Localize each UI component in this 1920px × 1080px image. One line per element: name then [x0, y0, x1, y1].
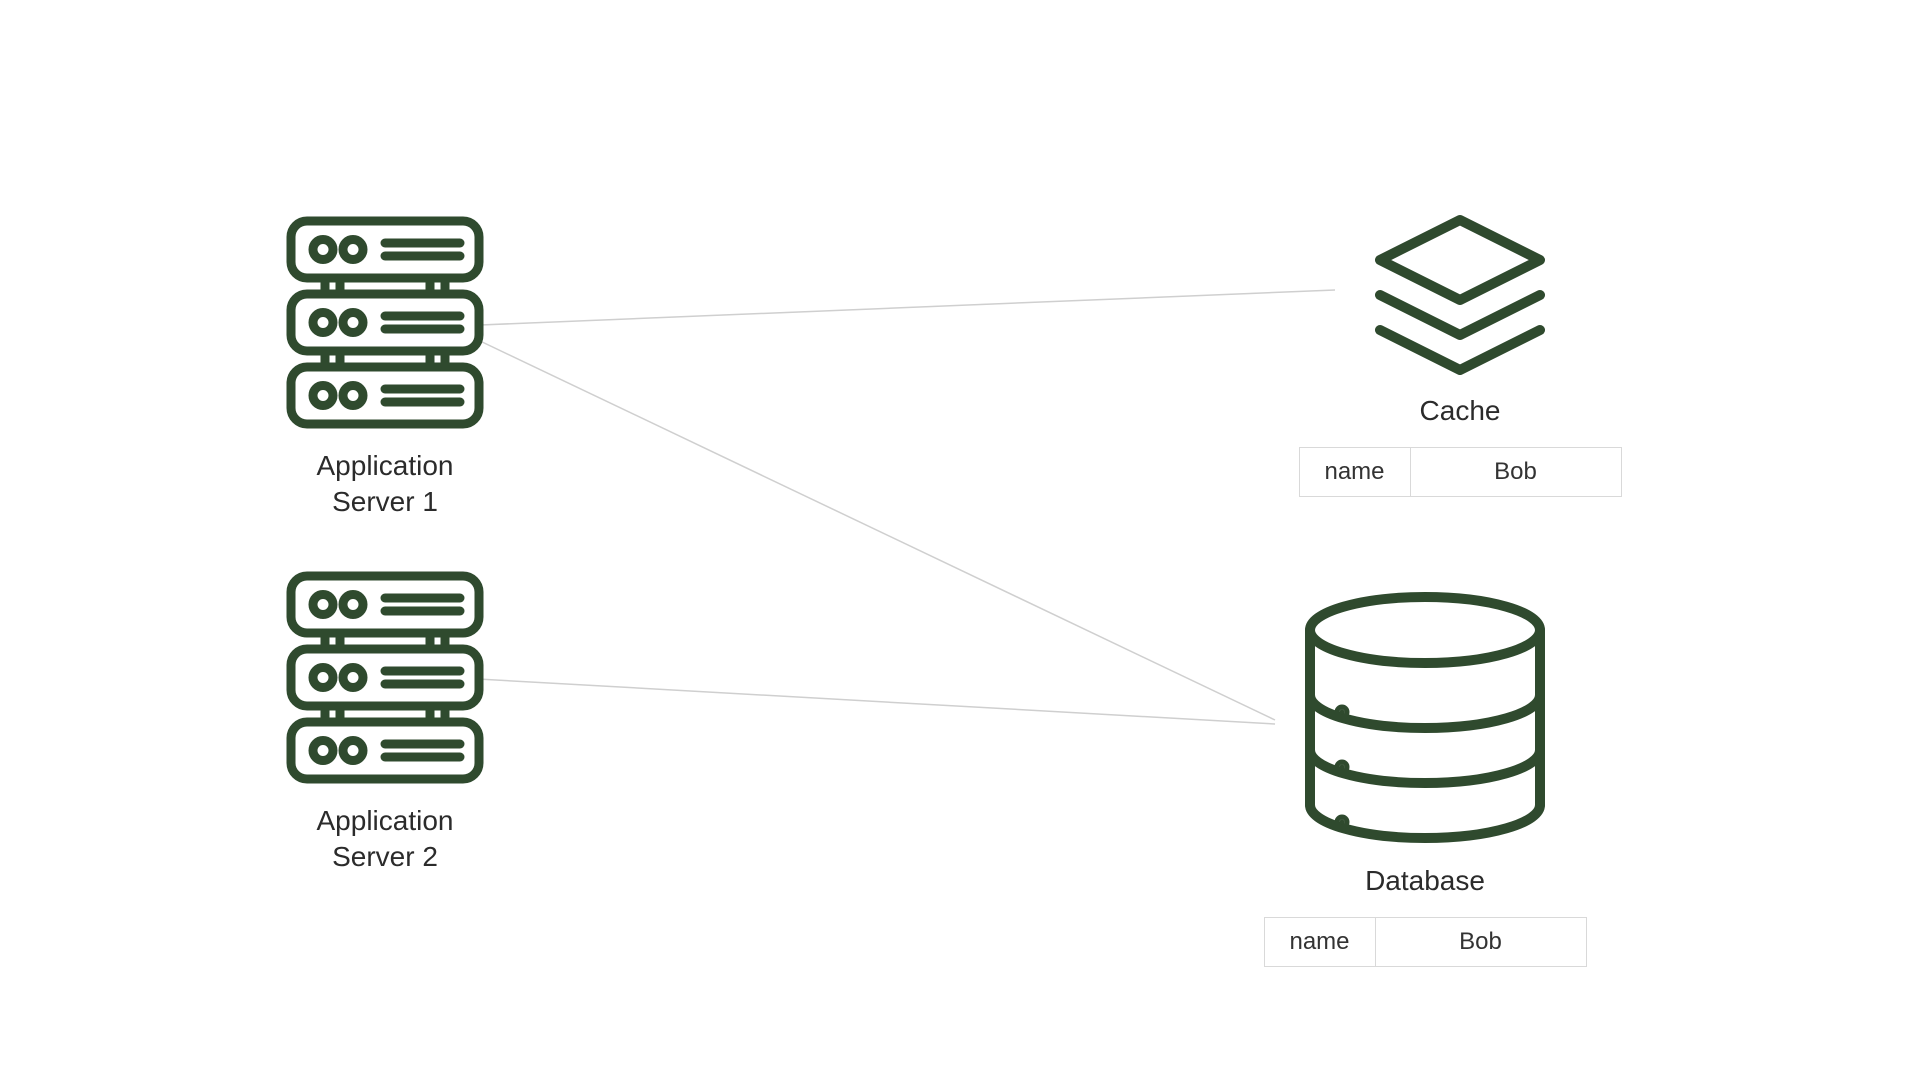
cache-label: Cache [1420, 395, 1501, 426]
diagram-canvas: Application Server 1 [0, 0, 1920, 1080]
database-label: Database [1365, 865, 1485, 896]
database-entry-key: name [1264, 918, 1375, 967]
server-icon [285, 215, 485, 430]
app2-label-line2: Server 2 [332, 841, 438, 872]
database-entry-value: Bob [1375, 918, 1586, 967]
app-server-1-node: Application Server 1 [285, 215, 485, 521]
table-row: name Bob [1264, 918, 1586, 967]
cache-layers-icon [1295, 210, 1625, 375]
table-row: name Bob [1299, 448, 1621, 497]
database-entry-table: name Bob [1264, 917, 1587, 967]
connections-layer [0, 0, 1920, 1080]
app2-label-line1: Application [317, 805, 454, 836]
cache-entry-table: name Bob [1299, 447, 1622, 497]
cache-entry-key: name [1299, 448, 1410, 497]
cache-node: Cache name Bob [1295, 210, 1625, 497]
cache-entry-value: Bob [1410, 448, 1621, 497]
app1-label-line1: Application [317, 450, 454, 481]
database-node: Database name Bob [1260, 590, 1590, 967]
app1-label-line2: Server 1 [332, 486, 438, 517]
database-icon [1260, 590, 1590, 845]
app-server-2-node: Application Server 2 [285, 570, 485, 876]
server-icon [285, 570, 485, 785]
